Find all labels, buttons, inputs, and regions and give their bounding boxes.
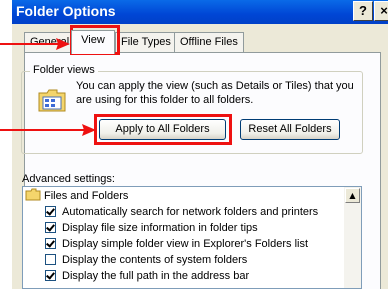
list-item-label: Display the full path in the address bar [62, 270, 250, 282]
checkbox[interactable] [45, 238, 56, 249]
scroll-up-arrow-icon[interactable]: ▲ [345, 188, 360, 203]
apply-button-highlight [94, 114, 232, 145]
vertical-scrollbar[interactable]: ▲ [344, 187, 361, 288]
list-item[interactable]: Display the full path in the address bar [45, 268, 249, 284]
list-item[interactable]: Display simple folder view in Explorer's… [45, 236, 308, 252]
title-bar: Folder Options ? × [12, 0, 388, 24]
checkbox[interactable] [45, 206, 56, 217]
window-title: Folder Options [16, 3, 116, 19]
reset-all-folders-button[interactable]: Reset All Folders [240, 119, 340, 140]
checkbox[interactable] [45, 222, 56, 233]
folder-views-description: You can apply the view (such as Details … [76, 80, 354, 106]
list-item-label: Display simple folder view in Explorer's… [62, 238, 309, 250]
folder-views-label: Folder views [30, 64, 98, 76]
tab-view[interactable]: View [71, 30, 115, 54]
list-item[interactable]: Display the contents of system folders [45, 252, 247, 268]
checkbox[interactable] [45, 254, 56, 265]
list-item[interactable]: Automatically search for network folders… [45, 204, 318, 220]
folder-view-icon [38, 89, 66, 112]
close-button[interactable]: × [374, 1, 388, 21]
tree-root-label: Files and Folders [44, 190, 129, 202]
list-item-label: Automatically search for network folders… [62, 206, 319, 218]
help-button[interactable]: ? [353, 1, 373, 21]
tree-root-files-and-folders[interactable]: Files and Folders [25, 188, 128, 204]
list-item[interactable]: Display file size information in folder … [45, 220, 258, 236]
folder-icon [25, 188, 41, 201]
tab-file-types[interactable]: File Types [115, 32, 177, 52]
tab-offline-files[interactable]: Offline Files [174, 32, 244, 52]
arrow-to-apply-button-icon [0, 124, 96, 136]
checkbox[interactable] [45, 270, 56, 281]
list-item-label: Display file size information in folder … [62, 222, 258, 234]
advanced-settings-label: Advanced settings: [22, 173, 115, 185]
advanced-settings-list: Files and Folders Automatically search f… [22, 186, 362, 289]
arrow-to-view-tab-icon [0, 38, 70, 50]
list-item-label: Display the contents of system folders [62, 254, 248, 266]
